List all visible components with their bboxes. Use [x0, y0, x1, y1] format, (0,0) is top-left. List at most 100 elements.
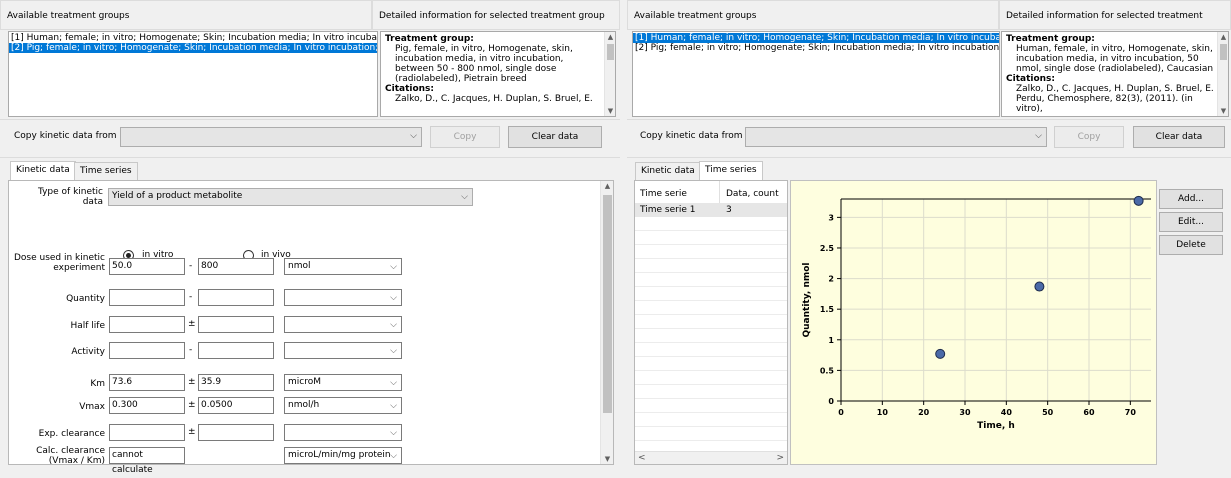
exp-clearance-unit-select[interactable]: ⌵	[284, 424, 402, 441]
list-item[interactable]: [1] Human; female; in vitro; Homogenate;…	[9, 33, 377, 43]
vmax-input[interactable]: 0.300	[109, 397, 185, 414]
half-life-label: Half life	[70, 321, 105, 331]
dose-max-input[interactable]: 800	[198, 258, 274, 275]
form-scrollbar[interactable]: ▲ ▼	[600, 181, 613, 464]
scroll-up-arrow-icon[interactable]: ▲	[605, 32, 615, 42]
divider	[627, 157, 1231, 158]
calc-clearance-unit-select[interactable]: microL/min/mg protein ⌵	[284, 447, 402, 464]
y-tick-label: 2.5	[820, 244, 835, 253]
type-value: Yield of a product metabolite	[112, 191, 243, 201]
row-time-serie: Time serie 1	[640, 205, 696, 215]
quantity-max-input[interactable]	[198, 289, 274, 306]
detail-scrollbar[interactable]: ▲ ▼	[604, 32, 615, 116]
chevron-down-icon: ⌵	[390, 428, 397, 438]
x-tick-label: 30	[959, 408, 971, 417]
scroll-left-arrow-icon[interactable]: <	[638, 453, 646, 463]
column-header-time-serie: Time serie	[640, 189, 687, 199]
dose-label: Dose used in kinetic experiment	[13, 253, 105, 273]
table-row[interactable]: Time serie 1 3	[635, 203, 787, 217]
km-label: Km	[90, 379, 105, 389]
delete-button[interactable]: Delete	[1159, 235, 1223, 255]
scroll-down-arrow-icon[interactable]: ▼	[601, 454, 614, 464]
copy-button[interactable]: Copy	[1054, 126, 1124, 148]
activity-label: Activity	[71, 347, 105, 357]
copy-source-combo[interactable]: ⌵	[120, 127, 422, 147]
vmax-unit-select[interactable]: nmol/h ⌵	[284, 397, 402, 414]
horizontal-scrollbar[interactable]: < >	[635, 451, 787, 464]
scroll-down-arrow-icon[interactable]: ▼	[1218, 106, 1228, 116]
copy-button[interactable]: Copy	[430, 126, 500, 148]
scroll-up-arrow-icon[interactable]: ▲	[1218, 32, 1228, 42]
x-tick-label: 40	[1001, 408, 1013, 417]
dash: -	[189, 292, 193, 302]
row-data-count: 3	[726, 205, 732, 215]
treatment-detail-box: Treatment group: Pig, female, in vitro, …	[380, 31, 616, 117]
km-unit-select[interactable]: microM ⌵	[284, 374, 402, 391]
chevron-down-icon: ⌵	[1035, 131, 1042, 141]
quantity-unit-select[interactable]: ⌵	[284, 289, 402, 306]
half-life-input[interactable]	[109, 316, 185, 333]
treatment-group-label: Treatment group:	[385, 34, 474, 44]
detail-header: Detailed information for selected treatm…	[372, 0, 620, 30]
clear-data-button[interactable]: Clear data	[1133, 126, 1225, 148]
scroll-thumb[interactable]	[603, 195, 612, 413]
dose-unit-select[interactable]: nmol ⌵	[284, 258, 402, 275]
time-series-chart: 0 10 20 30 40 50 60 70 0 0.5 1 1.5 2 2.5 3 Time, h Quant…	[790, 180, 1157, 465]
x-tick-label: 10	[877, 408, 889, 417]
type-of-kinetic-data-select[interactable]: Yield of a product metabolite ⌵	[108, 188, 473, 206]
time-series-table: Time serie Data, count Time serie 1 3 < …	[634, 180, 788, 465]
detail-scrollbar[interactable]: ▲ ▼	[1217, 32, 1228, 116]
quantity-input[interactable]	[109, 289, 185, 306]
chevron-down-icon: ⌵	[390, 320, 397, 330]
plus-minus: ±	[188, 427, 196, 437]
activity-max-input[interactable]	[198, 342, 274, 359]
y-tick-label: 0	[828, 397, 834, 406]
activity-input[interactable]	[109, 342, 185, 359]
exp-clearance-err-input[interactable]	[198, 424, 274, 441]
scroll-down-arrow-icon[interactable]: ▼	[605, 106, 615, 116]
treatment-detail-box: Treatment group: Human, female, in vitro…	[1001, 31, 1229, 117]
exp-clearance-input[interactable]	[109, 424, 185, 441]
treatment-group-list[interactable]: [1] Human; female; in vitro; Homogenate;…	[632, 31, 1000, 117]
tab-kinetic-data[interactable]: Kinetic data	[635, 162, 701, 180]
data-point	[935, 348, 946, 359]
half-life-unit-select[interactable]: ⌵	[284, 316, 402, 333]
list-item-selected[interactable]: [2] Pig; female; in vitro; Homogenate; S…	[9, 43, 377, 53]
dose-min-input[interactable]: 50.0	[109, 258, 185, 275]
km-input[interactable]: 73.6	[109, 374, 185, 391]
km-err-input[interactable]: 35.9	[198, 374, 274, 391]
scroll-thumb[interactable]	[607, 44, 614, 60]
data-point	[1133, 195, 1144, 206]
activity-unit-select[interactable]: ⌵	[284, 342, 402, 359]
y-tick-label: 2	[828, 275, 834, 284]
scroll-thumb[interactable]	[1220, 44, 1227, 60]
citations-label: Citations:	[1006, 74, 1055, 84]
kinetic-data-form: Type of kinetic data Yield of a product …	[8, 180, 614, 475]
chevron-down-icon: ⌵	[390, 451, 397, 461]
left-panel: Available treatment groups Detailed info…	[0, 0, 620, 475]
tab-time-series[interactable]: Time series	[699, 161, 763, 180]
copy-source-combo[interactable]: ⌵	[745, 127, 1047, 147]
list-item-selected[interactable]: [1] Human; female; in vitro; Homogenate;…	[633, 33, 999, 43]
tab-time-series[interactable]: Time series	[74, 162, 138, 180]
add-button[interactable]: Add...	[1159, 189, 1223, 209]
treatment-group-label: Treatment group:	[1006, 34, 1095, 44]
scroll-right-arrow-icon[interactable]: >	[776, 453, 784, 463]
available-groups-header: Available treatment groups	[0, 0, 372, 30]
half-life-err-input[interactable]	[198, 316, 274, 333]
available-groups-header: Available treatment groups	[627, 0, 999, 30]
plus-minus: ±	[188, 377, 196, 387]
x-tick-label: 70	[1125, 408, 1137, 417]
edit-button[interactable]: Edit...	[1159, 212, 1223, 232]
scroll-up-arrow-icon[interactable]: ▲	[601, 181, 614, 191]
x-axis-label: Time, h	[977, 421, 1015, 431]
treatment-group-text: Pig, female, in vitro, Homogenate, skin,…	[395, 44, 573, 84]
list-item[interactable]: [2] Pig; female; in vitro; Homogenate; S…	[633, 43, 999, 53]
clear-data-button[interactable]: Clear data	[508, 126, 602, 148]
x-tick-label: 50	[1042, 408, 1054, 417]
tab-kinetic-data[interactable]: Kinetic data	[10, 161, 76, 180]
vmax-err-input[interactable]: 0.0500	[198, 397, 274, 414]
quantity-label: Quantity	[66, 294, 105, 304]
treatment-group-list[interactable]: [1] Human; female; in vitro; Homogenate;…	[8, 31, 378, 117]
treatment-group-text: Human, female, in vitro, Homogenate, ski…	[1016, 44, 1214, 74]
